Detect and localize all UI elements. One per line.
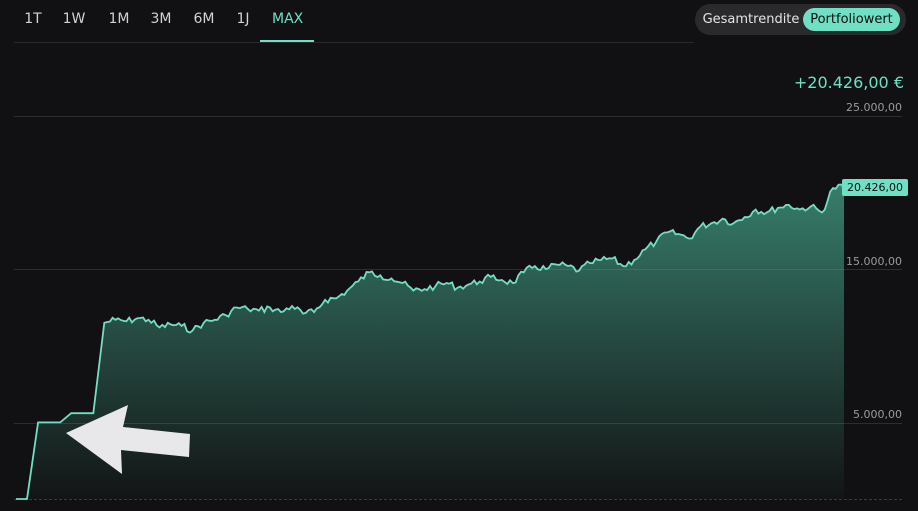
current-value-badge: 20.426,00 — [842, 179, 908, 196]
portfolio-chart — [16, 183, 847, 500]
